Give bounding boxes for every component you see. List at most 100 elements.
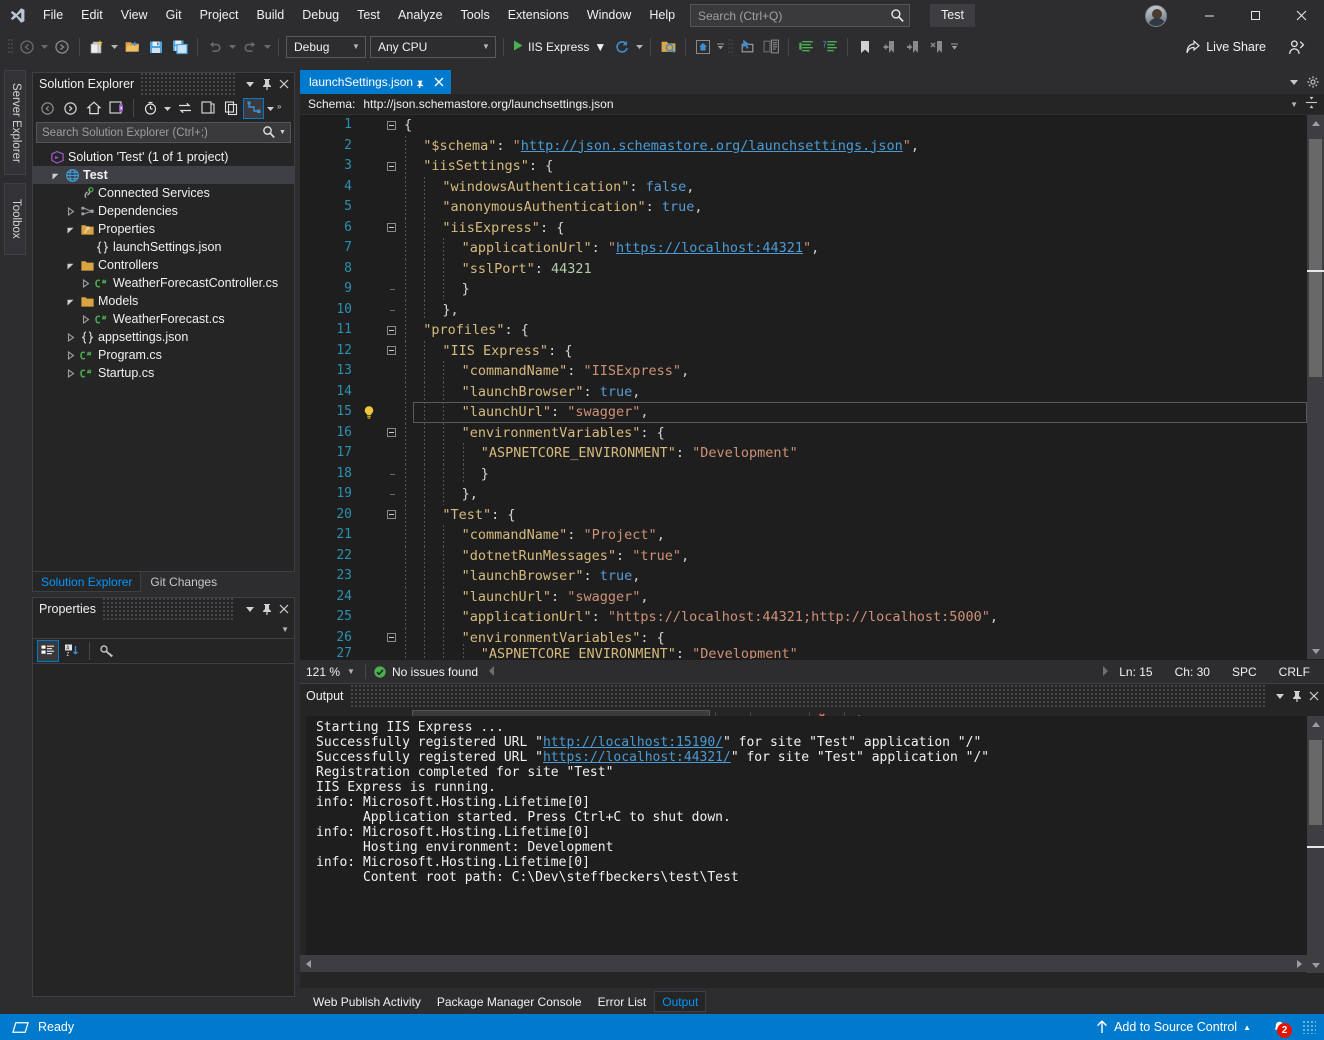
fold-toggle-icon[interactable]: [387, 326, 396, 335]
add-to-source-control-button[interactable]: Add to Source Control ▲: [1091, 1014, 1256, 1040]
schema-value[interactable]: http://json.schemastore.org/launchsettin…: [363, 97, 613, 111]
folding-margin[interactable]: [380, 510, 402, 519]
code-line[interactable]: 13"commandName": "IISExpress",: [300, 361, 1324, 382]
live-share-button[interactable]: Live Share: [1179, 36, 1272, 58]
folding-margin[interactable]: [380, 326, 402, 335]
compare-files-icon[interactable]: [760, 36, 782, 58]
fold-toggle-icon[interactable]: [387, 428, 396, 437]
tree-item[interactable]: Solution 'Test' (1 of 1 project): [33, 148, 294, 166]
redo-icon[interactable]: [239, 36, 261, 58]
toolbar-overflow-button[interactable]: [949, 36, 960, 58]
code-line[interactable]: 22"dotnetRunMessages": "true",: [300, 546, 1324, 567]
solution-explorer-home-dropdown[interactable]: [715, 36, 726, 58]
solution-explorer-search-input[interactable]: [42, 127, 262, 139]
code-line[interactable]: 11"profiles": {: [300, 320, 1324, 341]
code-line[interactable]: 23"launchBrowser": true,: [300, 566, 1324, 587]
code-editor-surface[interactable]: 1{2"$schema": "http://json.schemastore.o…: [300, 115, 1324, 659]
show-all-files-icon[interactable]: [243, 98, 264, 119]
folding-margin[interactable]: [380, 121, 402, 130]
code-line-text[interactable]: "dotnetRunMessages": "true",: [402, 546, 1324, 567]
code-lines[interactable]: 1{2"$schema": "http://json.schemastore.o…: [300, 115, 1324, 659]
show-all-files-dropdown[interactable]: [265, 97, 276, 119]
search-input[interactable]: [698, 9, 890, 23]
scroll-down-icon[interactable]: [1307, 642, 1324, 659]
search-options-dropdown[interactable]: ▼: [277, 129, 288, 136]
code-line-text[interactable]: "sslPort": 44321: [402, 259, 1324, 280]
tree-expander[interactable]: [48, 171, 63, 180]
solution-explorer-home-icon[interactable]: [692, 36, 714, 58]
fold-toggle-icon[interactable]: [387, 162, 396, 171]
editor-vertical-scrollbar[interactable]: [1307, 115, 1324, 659]
code-line[interactable]: 7"applicationUrl": "https://localhost:44…: [300, 238, 1324, 259]
code-line[interactable]: 14"launchBrowser": true,: [300, 382, 1324, 403]
next-issue-icon[interactable]: [1102, 665, 1109, 679]
menu-item-project[interactable]: Project: [191, 4, 248, 27]
code-line-text[interactable]: "iisSettings": {: [402, 156, 1324, 177]
code-line-text[interactable]: "anonymousAuthentication": true,: [402, 197, 1324, 218]
menu-item-tools[interactable]: Tools: [452, 4, 499, 27]
fold-toggle-icon[interactable]: [387, 633, 396, 642]
code-line[interactable]: 21"commandName": "Project",: [300, 525, 1324, 546]
pending-changes-filter-icon[interactable]: [140, 98, 161, 119]
code-line[interactable]: 9}: [300, 279, 1324, 300]
close-icon[interactable]: [275, 75, 292, 93]
save-all-icon[interactable]: [169, 36, 191, 58]
menu-item-analyze[interactable]: Analyze: [389, 4, 451, 27]
quick-actions-lightbulb-icon[interactable]: [358, 405, 380, 420]
panel-menu-chevron-down-icon[interactable]: [241, 75, 258, 93]
preview-changes-icon[interactable]: [657, 36, 679, 58]
solution-name-chip[interactable]: Test: [930, 4, 975, 27]
code-line[interactable]: 4"windowsAuthentication": false,: [300, 177, 1324, 198]
vertical-tab-toolbox[interactable]: Toolbox: [4, 183, 26, 255]
pin-icon[interactable]: [1288, 687, 1305, 705]
code-line-text[interactable]: "$schema": "http://json.schemastore.org/…: [402, 136, 1324, 157]
avatar[interactable]: [1145, 5, 1167, 27]
document-tab-launchsettings[interactable]: launchSettings.json: [300, 70, 451, 94]
select-element-icon[interactable]: [736, 36, 758, 58]
menu-item-window[interactable]: Window: [578, 4, 640, 27]
panel-drag-area[interactable]: [140, 73, 235, 95]
menu-item-test[interactable]: Test: [348, 4, 389, 27]
new-item-dropdown[interactable]: [109, 36, 120, 58]
categorized-icon[interactable]: [37, 640, 59, 662]
folding-margin[interactable]: [380, 346, 402, 355]
new-item-icon[interactable]: [86, 36, 108, 58]
tree-item[interactable]: Test: [33, 166, 294, 184]
notifications-button[interactable]: 2: [1266, 1014, 1292, 1040]
code-line[interactable]: 10},: [300, 300, 1324, 321]
fold-toggle-icon[interactable]: [387, 346, 396, 355]
code-line-text[interactable]: "launchBrowser": true,: [402, 566, 1324, 587]
code-line[interactable]: 16"environmentVariables": {: [300, 423, 1324, 444]
tree-expander[interactable]: [63, 333, 78, 342]
code-line-text[interactable]: },: [402, 484, 1324, 505]
tab-web-publish-activity[interactable]: Web Publish Activity: [305, 991, 429, 1012]
refresh-icon[interactable]: [197, 98, 218, 119]
minimize-button[interactable]: [1186, 0, 1232, 31]
output-horizontal-scrollbar[interactable]: [300, 955, 1307, 972]
scrollbar-thumb[interactable]: [1309, 139, 1322, 377]
chevron-down-icon[interactable]: ▼: [1290, 100, 1298, 109]
tab-package-manager-console[interactable]: Package Manager Console: [429, 991, 590, 1012]
toolbar-grip[interactable]: [6, 37, 15, 57]
menu-item-git[interactable]: Git: [157, 4, 191, 27]
solution-explorer-search-box[interactable]: ▼: [36, 122, 291, 143]
home-icon[interactable]: [83, 98, 104, 119]
resize-grip-icon[interactable]: [1302, 1020, 1316, 1034]
navigate-backward-icon[interactable]: [16, 36, 38, 58]
send-feedback-icon[interactable]: [1285, 36, 1307, 58]
code-line-text[interactable]: "ASPNETCORE_ENVIRONMENT": "Development": [402, 443, 1324, 464]
close-icon[interactable]: [275, 600, 292, 618]
filter-dropdown[interactable]: [162, 97, 173, 119]
tab-output[interactable]: Output: [654, 991, 706, 1012]
vertical-tab-server-explorer[interactable]: Server Explorer: [4, 70, 26, 175]
output-console-text[interactable]: Starting IIS Express ...Successfully reg…: [306, 716, 1307, 956]
fold-toggle-icon[interactable]: [387, 510, 396, 519]
output-link[interactable]: https://localhost:44321/: [543, 750, 731, 765]
tree-expander[interactable]: [78, 315, 93, 324]
code-line[interactable]: 20"Test": {: [300, 505, 1324, 526]
property-pages-icon[interactable]: [96, 640, 118, 662]
menu-item-view[interactable]: View: [112, 4, 157, 27]
tab-git-changes[interactable]: Git Changes: [141, 571, 226, 592]
hot-reload-icon[interactable]: [611, 36, 633, 58]
code-line[interactable]: 6"iisExpress": {: [300, 218, 1324, 239]
